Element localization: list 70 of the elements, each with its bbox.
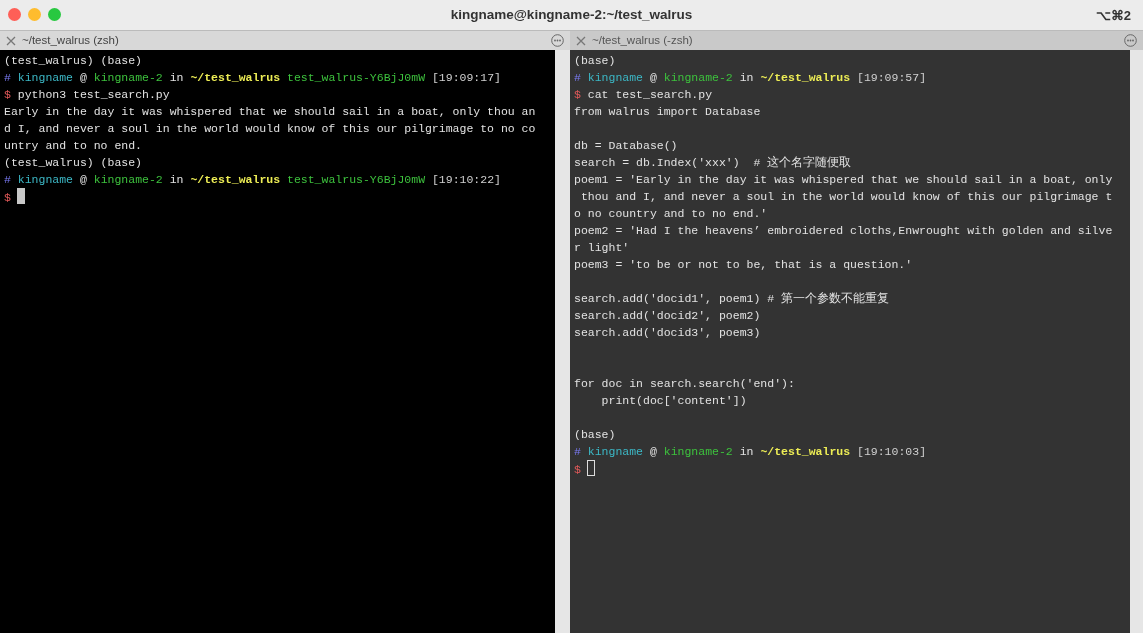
prompt-directory: ~/test_walrus [760, 445, 851, 458]
prompt-user: kingname [17, 173, 74, 186]
window-title: kingname@kingname-2:~/test_walrus [450, 5, 693, 24]
prompt-in: in [169, 71, 184, 84]
terminal-tab[interactable]: ~/test_walrus (zsh) [0, 31, 570, 50]
output-line: d I, and never a soul in the world would know of this our pilgrimage to no co [4, 121, 537, 137]
tab-title: ~/test_walrus (zsh) [22, 32, 120, 48]
command-text: python3 test_search.py [17, 88, 170, 101]
prompt-directory: ~/test_walrus [190, 71, 281, 84]
prompt-user: kingname [17, 71, 74, 84]
prompt-host: kingname-2 [93, 173, 163, 186]
output-line: (test_walrus) (base) [4, 155, 144, 171]
output-line: poem3 = 'to be or not to be, that is a question.' [574, 257, 914, 273]
prompt-symbol: $ [574, 88, 581, 101]
prompt-symbol: # [574, 445, 581, 458]
prompt-at: @ [649, 445, 657, 458]
output-line: (base) [574, 427, 617, 443]
tab-title: ~/test_walrus (-zsh) [592, 32, 694, 48]
output-line: (base) [574, 53, 617, 69]
prompt-in: in [169, 173, 184, 186]
prompt-at: @ [79, 71, 87, 84]
prompt-env: test_walrus-Y6BjJ0mW [287, 173, 426, 186]
prompt-in: in [739, 445, 754, 458]
shortcut-label: ⌥⌘2 [1095, 7, 1131, 25]
output-line: untry and to no end. [4, 138, 144, 154]
prompt-in: in [739, 71, 754, 84]
prompt-directory: ~/test_walrus [190, 173, 281, 186]
prompt-symbol: # [4, 173, 11, 186]
prompt-at: @ [79, 173, 87, 186]
prompt-time: [19:10:22] [431, 173, 501, 186]
prompt-symbol: # [574, 71, 581, 84]
close-icon[interactable] [576, 35, 586, 46]
output-line: from walrus import Database [574, 104, 762, 120]
close-button[interactable] [8, 8, 21, 21]
output-line: poem1 = 'Early in the day it was whispered that we should sail in a boat, only [574, 172, 1114, 188]
prompt-host: kingname-2 [663, 445, 733, 458]
output-line: thou and I, and never a soul in the world would know of this our pilgrimage t [579, 189, 1114, 205]
prompt-host: kingname-2 [93, 71, 163, 84]
output-line: r light' [574, 240, 631, 256]
terminal-tab[interactable]: ~/test_walrus (-zsh) [570, 31, 1143, 50]
prompt-symbol: $ [4, 191, 11, 204]
prompt-directory: ~/test_walrus [760, 71, 851, 84]
output-line: poem2 = 'Had I the heavens’ embroidered cloths,Enwrought with golden and silve [574, 223, 1114, 239]
prompt-time: [19:09:57] [857, 71, 927, 84]
output-line: search = db.Index('xxx') # 这个名字随便取 [574, 155, 853, 171]
output-line: for doc in search.search('end'): [574, 376, 796, 392]
output-line: search.add('docid3', poem3) [574, 325, 762, 341]
prompt-env: test_walrus-Y6BjJ0mW [287, 71, 426, 84]
prompt-symbol: $ [4, 88, 11, 101]
prompt-time: [19:09:17] [431, 71, 501, 84]
minimize-button[interactable] [28, 8, 41, 21]
more-icon[interactable] [1124, 34, 1137, 47]
prompt-at: @ [649, 71, 657, 84]
output-line: (test_walrus) (base) [4, 53, 144, 69]
prompt-symbol: $ [574, 463, 581, 476]
output-line: print(doc['content']) [600, 393, 748, 409]
prompt-symbol: # [4, 71, 11, 84]
output-line: search.add('docid2', poem2) [574, 308, 762, 324]
prompt-host: kingname-2 [663, 71, 733, 84]
zoom-button[interactable] [48, 8, 61, 21]
prompt-user: kingname [587, 445, 644, 458]
command-text: cat test_search.py [587, 88, 713, 101]
output-line: o no country and to no end.' [574, 206, 769, 222]
output-line: db = Database() [574, 138, 679, 154]
more-icon[interactable] [551, 34, 564, 47]
prompt-user: kingname [587, 71, 644, 84]
prompt-time: [19:10:03] [857, 445, 927, 458]
output-line: search.add('docid1', poem1) # 第一个参数不能重复 [574, 291, 891, 307]
output-line: Early in the day it was whispered that we should sail in a boat, only thou an [4, 104, 537, 120]
close-icon[interactable] [6, 35, 16, 46]
